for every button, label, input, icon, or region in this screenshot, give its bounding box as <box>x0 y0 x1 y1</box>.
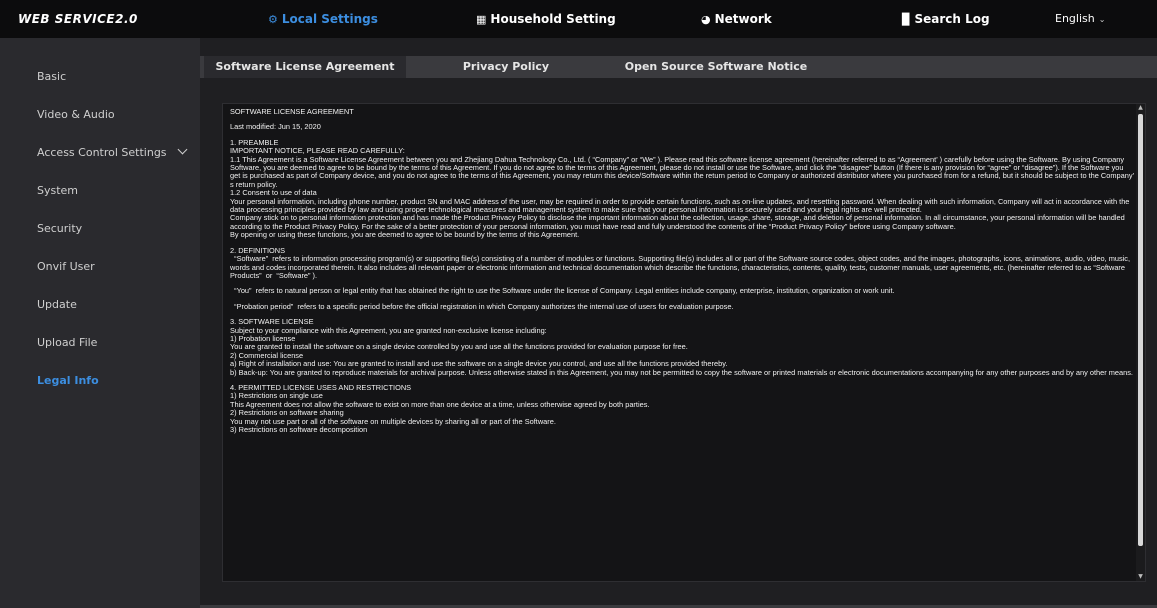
sidebar-item-legal-info[interactable]: Legal Info <box>37 374 99 387</box>
language-dropdown[interactable]: English ⌄ <box>1055 0 1105 38</box>
scrollbar-thumb[interactable] <box>1138 114 1143 546</box>
sidebar-item-video-audio[interactable]: Video & Audio <box>37 108 115 121</box>
scroll-down-arrow-icon[interactable]: ▼ <box>1137 573 1144 581</box>
license-text-panel[interactable]: SOFTWARE LICENSE AGREEMENT Last modified… <box>222 103 1146 582</box>
legal-tab-bar: Software License Agreement Privacy Polic… <box>200 56 1157 78</box>
gear-icon: ⚙ <box>268 13 278 26</box>
nav-tab-household-setting-label: Household Setting <box>490 12 616 26</box>
sidebar-item-access-control-label: Access Control Settings <box>37 146 167 159</box>
sidebar-item-access-control-settings[interactable]: Access Control Settings <box>37 144 187 159</box>
sidebar-item-security[interactable]: Security <box>37 222 82 235</box>
tab-privacy-policy[interactable]: Privacy Policy <box>406 56 606 78</box>
scroll-up-arrow-icon[interactable]: ▲ <box>1137 104 1144 112</box>
sidebar-item-onvif-user[interactable]: Onvif User <box>37 260 95 273</box>
doc-paragraph: “Probation period” refers to a specific … <box>230 301 734 311</box>
nav-tab-local-settings[interactable]: ⚙ Local Settings <box>268 0 378 38</box>
nav-tab-search-log[interactable]: ▉ Search Log <box>902 0 990 38</box>
building-icon: ▦ <box>476 13 487 26</box>
sidebar: Basic Video & Audio Access Control Setti… <box>0 38 200 608</box>
nav-tab-network-label: Network <box>714 12 772 26</box>
nav-tab-local-settings-label: Local Settings <box>281 12 378 26</box>
doc-paragraph: SOFTWARE LICENSE AGREEMENT <box>230 108 354 116</box>
doc-paragraph: 1. PREAMBLE IMPORTANT NOTICE, PLEASE REA… <box>230 137 1134 240</box>
top-nav-bar: WEB SERVICE2.0 ⚙ Local Settings ▦ Househol… <box>0 0 1157 38</box>
brand-logo: WEB SERVICE2.0 <box>18 12 138 26</box>
nav-tab-network[interactable]: ◕ Network <box>701 0 772 38</box>
doc-paragraph: 2. DEFINITIONS “Software” refers to info… <box>230 245 1131 280</box>
doc-paragraph: “You” refers to natural person or legal … <box>230 286 895 296</box>
sidebar-item-system[interactable]: System <box>37 184 78 197</box>
license-text: SOFTWARE LICENSE AGREEMENT Last modified… <box>230 108 1134 578</box>
sidebar-item-upload-file[interactable]: Upload File <box>37 336 97 349</box>
chevron-down-icon: ⌄ <box>1098 15 1106 24</box>
doc-paragraph: Last modified: Jun 15, 2020 <box>230 122 321 132</box>
nav-tab-search-log-label: Search Log <box>914 12 990 26</box>
tab-software-license-agreement[interactable]: Software License Agreement <box>204 56 406 78</box>
doc-paragraph: 3. SOFTWARE LICENSE Subject to your comp… <box>230 317 1133 377</box>
nav-tab-household-setting[interactable]: ▦ Household Setting <box>476 0 616 38</box>
sidebar-item-basic[interactable]: Basic <box>37 70 66 83</box>
vertical-scrollbar[interactable]: ▲ ▼ <box>1136 104 1145 581</box>
document-icon: ▉ <box>902 13 911 26</box>
chevron-down-icon[interactable] <box>177 144 187 155</box>
sidebar-item-update[interactable]: Update <box>37 298 77 311</box>
main-content: Software License Agreement Privacy Polic… <box>200 38 1157 608</box>
doc-paragraph: 4. PERMITTED LICENSE USES AND RESTRICTIO… <box>230 382 650 434</box>
language-label: English <box>1055 12 1095 25</box>
tab-open-source-software-notice[interactable]: Open Source Software Notice <box>606 56 826 78</box>
globe-icon: ◕ <box>701 13 711 26</box>
